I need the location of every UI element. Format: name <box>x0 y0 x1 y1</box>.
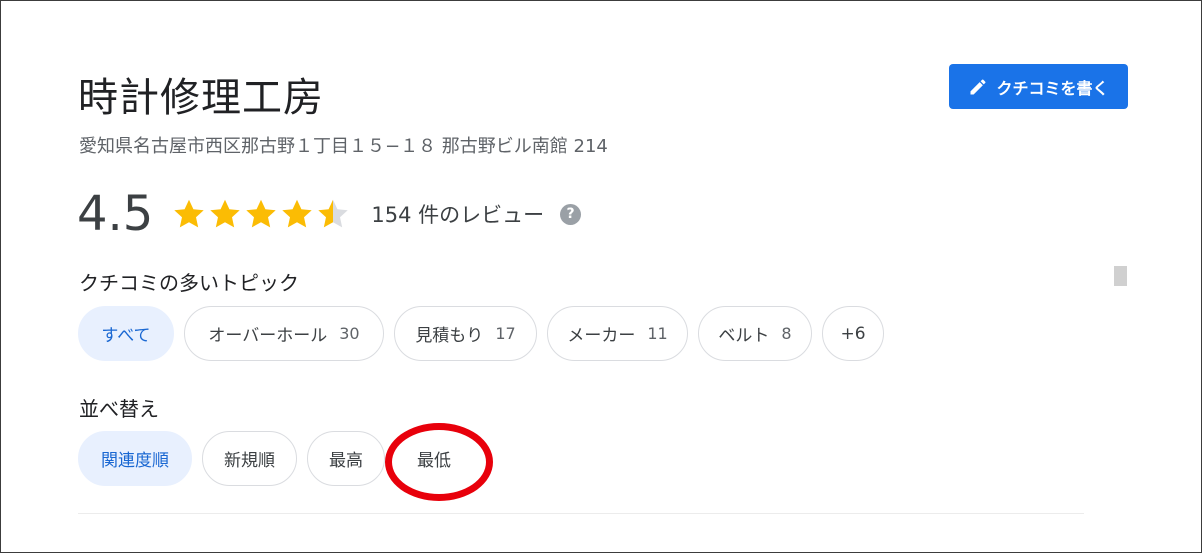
topic-chip-more[interactable]: +6 <box>822 306 884 361</box>
chip-count: 30 <box>339 324 360 343</box>
chip-count: 11 <box>647 324 668 343</box>
chip-label: 関連度順 <box>101 451 169 471</box>
sort-chip-relevance[interactable]: 関連度順 <box>78 431 192 486</box>
section-divider <box>78 513 1084 514</box>
topic-chip-maker[interactable]: メーカー 11 <box>547 306 688 361</box>
place-title: 時計修理工房 <box>78 75 324 121</box>
star-icon <box>246 199 277 228</box>
topic-chip-all[interactable]: すべて <box>78 306 174 361</box>
sort-heading: 並べ替え <box>79 397 159 421</box>
star-rating <box>171 196 351 232</box>
chip-label: +6 <box>840 323 866 344</box>
star-icon <box>210 199 241 228</box>
chip-label: メーカー <box>567 326 636 346</box>
star-icon <box>282 199 313 228</box>
sort-chips: 関連度順 新規順 最高 最低 <box>78 431 483 486</box>
write-review-label: クチコミを書く <box>996 78 1109 98</box>
sort-chip-newest[interactable]: 新規順 <box>202 431 297 486</box>
chip-label: ベルト <box>718 326 770 346</box>
chip-count: 17 <box>495 324 516 343</box>
chip-label: 新規順 <box>224 451 275 471</box>
chip-label: すべて <box>101 326 151 346</box>
star-icon <box>318 199 349 228</box>
topic-chip-estimate[interactable]: 見積もり 17 <box>394 306 537 361</box>
review-panel: 時計修理工房 愛知県名古屋市西区那古野１丁目１５−１８ 那古野ビル南館 214 … <box>0 0 1202 553</box>
scrollbar-thumb[interactable] <box>1114 266 1127 286</box>
place-address: 愛知県名古屋市西区那古野１丁目１５−１８ 那古野ビル南館 214 <box>79 136 608 157</box>
pencil-icon <box>970 78 986 94</box>
topic-chip-overhaul[interactable]: オーバーホール 30 <box>184 306 384 361</box>
chip-count: 8 <box>781 324 792 343</box>
rating-summary: 4.5 154 件のレビュー ? <box>77 186 582 242</box>
chip-label: 最高 <box>329 451 363 471</box>
sort-chip-lowest[interactable]: 最低 <box>395 431 473 486</box>
topics-heading: クチコミの多いトピック <box>79 271 299 295</box>
write-review-button[interactable]: クチコミを書く <box>949 64 1128 109</box>
help-icon[interactable]: ? <box>560 203 582 225</box>
topic-chip-belt[interactable]: ベルト 8 <box>698 306 812 361</box>
sort-chip-highest[interactable]: 最高 <box>307 431 385 486</box>
chip-label: 見積もり <box>415 326 484 346</box>
chip-label: 最低 <box>417 451 451 471</box>
rating-value: 4.5 <box>77 186 154 242</box>
star-icon <box>174 199 205 228</box>
chip-label: オーバーホール <box>208 326 328 346</box>
review-count-link[interactable]: 154 件のレビュー <box>371 199 544 229</box>
topic-chips: すべて オーバーホール 30 見積もり 17 メーカー 11 ベルト 8 +6 <box>78 306 894 361</box>
